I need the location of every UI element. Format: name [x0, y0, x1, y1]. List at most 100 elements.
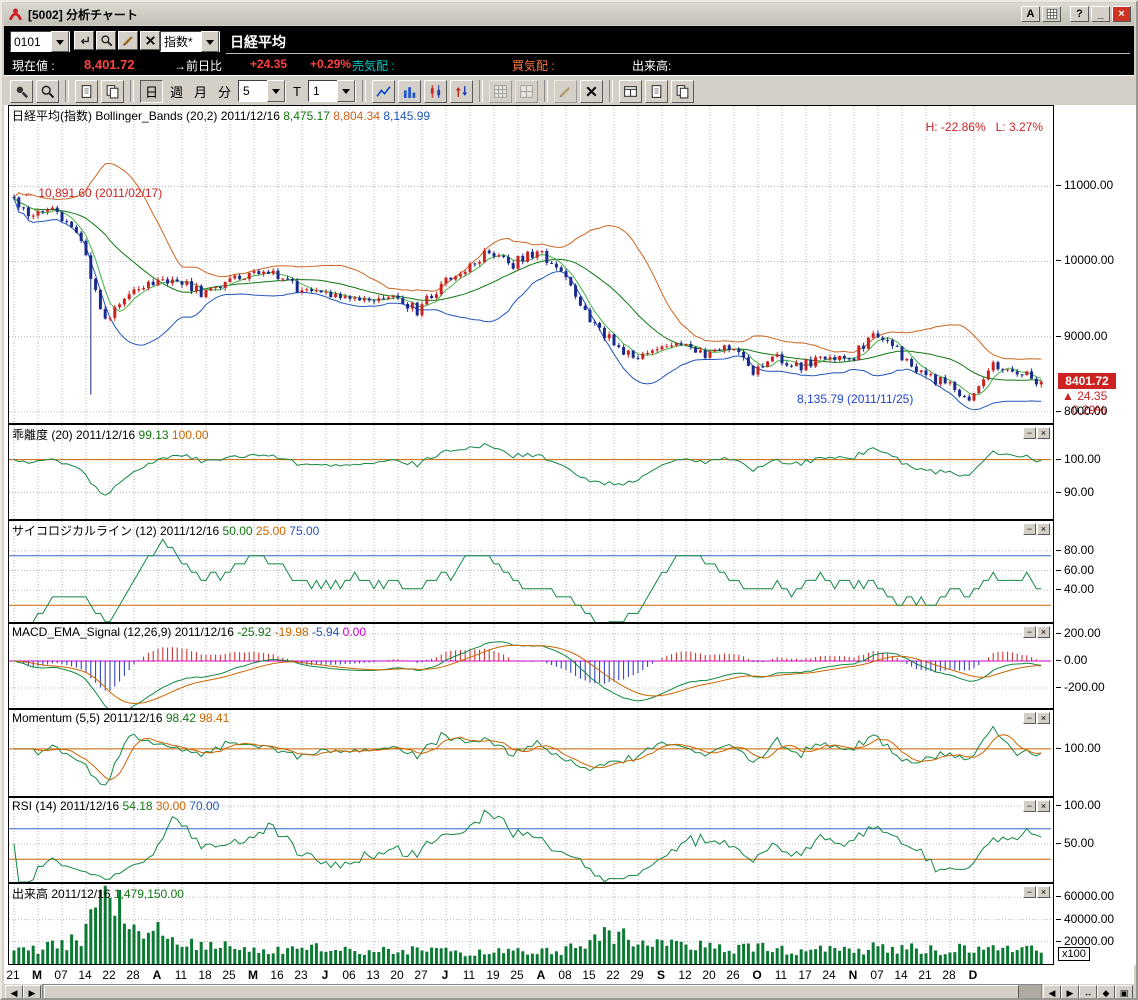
minimize-button[interactable]: _	[1091, 6, 1110, 22]
expand-range-button[interactable]: ↔	[1079, 985, 1097, 998]
period-day-button[interactable]: 日	[140, 79, 163, 103]
copy-page-button[interactable]	[75, 79, 98, 103]
axis-label: 11000.00	[1064, 178, 1114, 193]
zoom-icon	[100, 35, 112, 47]
zoom-tool-button[interactable]	[36, 79, 59, 103]
candle-chart-button[interactable]	[424, 79, 447, 103]
panel-minimize-button[interactable]: −	[1023, 523, 1036, 535]
axis-label: 50.00	[1064, 835, 1095, 850]
command-bar: 0101 指数* 日経平均	[4, 26, 1134, 54]
compare-chart-button[interactable]	[450, 79, 473, 103]
time-axis-label: 18	[198, 968, 212, 982]
time-axis-label: 16	[270, 968, 284, 982]
font-size-button[interactable]: A	[1021, 6, 1040, 22]
titlebar[interactable]: [5002] 分析チャート A ? _ ×	[4, 3, 1134, 25]
time-axis-label: M	[248, 968, 258, 982]
axis-tick	[1056, 660, 1061, 661]
dropdown-arrow-icon[interactable]	[337, 80, 355, 102]
clear-draw-button[interactable]	[580, 79, 603, 103]
psychological-plot[interactable]	[9, 521, 1051, 622]
period-month-button[interactable]: 月	[190, 82, 211, 101]
toolbar-separator	[362, 80, 366, 102]
macd-plot[interactable]	[9, 624, 1051, 708]
rsi-plot[interactable]	[9, 798, 1051, 882]
axis-tick	[1056, 941, 1061, 942]
clear-code-button[interactable]	[140, 31, 160, 50]
center-view-button[interactable]: ◆	[1097, 985, 1115, 998]
panel-close-button[interactable]: ×	[1037, 800, 1050, 812]
volume-plot[interactable]	[9, 884, 1051, 964]
draw-tool-button	[554, 79, 577, 103]
layout-grid-button[interactable]	[1042, 6, 1061, 22]
deviation-plot[interactable]	[9, 425, 1051, 519]
panel-close-button[interactable]: ×	[1037, 886, 1050, 898]
help-button[interactable]: ?	[1070, 6, 1089, 22]
bar-chart-button[interactable]	[398, 79, 421, 103]
search-code-button[interactable]	[96, 31, 116, 50]
close-button[interactable]: ×	[1112, 6, 1131, 22]
axis-tick	[1056, 260, 1061, 261]
axis-tick	[1056, 589, 1061, 590]
toolbar-separator	[65, 80, 69, 102]
axis-tick	[1056, 748, 1061, 749]
pan-left-button[interactable]: ◀	[1043, 985, 1061, 998]
pin-tool-button[interactable]	[10, 79, 33, 103]
axis-tick	[1056, 896, 1061, 897]
period-week-button[interactable]: 週	[166, 82, 187, 101]
axis-tick	[1056, 570, 1061, 571]
momentum-plot[interactable]	[9, 710, 1051, 796]
panel-minimize-button[interactable]: −	[1023, 800, 1036, 812]
dropdown-arrow-icon[interactable]	[267, 80, 286, 102]
time-axis-label: 11	[774, 968, 788, 982]
time-axis-label: N	[848, 968, 858, 982]
pencil-icon	[559, 86, 571, 97]
panel-close-button[interactable]: ×	[1037, 712, 1050, 724]
horizontal-scrollbar[interactable]: ◀ ▶ ◀ ▶ ↔ ◆ ▣	[4, 984, 1134, 998]
axis-tick	[1056, 687, 1061, 688]
time-axis-label: 20	[390, 968, 404, 982]
layout-icon	[624, 85, 637, 97]
panel-close-button[interactable]: ×	[1037, 626, 1050, 638]
scroll-right-button[interactable]: ▶	[23, 985, 41, 998]
panel-close-button[interactable]: ×	[1037, 523, 1050, 535]
dropdown-arrow-icon[interactable]	[51, 31, 69, 52]
tick-interval-select[interactable]: 1	[308, 80, 356, 102]
high-low-percent-label: H: -22.86% L: 3.27%	[925, 120, 1043, 134]
apply-code-button[interactable]	[74, 31, 94, 50]
symbol-name: 日経平均	[230, 34, 286, 50]
pan-right-button[interactable]: ▶	[1061, 985, 1079, 998]
minute-interval-select[interactable]: 5	[238, 80, 287, 102]
scrollbar-track[interactable]	[42, 984, 1042, 998]
print-chart-button[interactable]	[671, 79, 694, 103]
window-layout-button[interactable]	[619, 79, 642, 103]
page2-icon	[676, 84, 689, 98]
line-chart-button[interactable]	[372, 79, 395, 103]
axis-label: 100.00	[1064, 740, 1101, 755]
panel-minimize-button[interactable]: −	[1023, 626, 1036, 638]
axis-tick	[1056, 185, 1061, 186]
app-window: [5002] 分析チャート A ? _ × 0101 指数* 日経平均 現在値 …	[0, 0, 1138, 1000]
edit-list-button[interactable]	[118, 31, 138, 50]
period-minute-button[interactable]: 分	[214, 82, 235, 101]
scroll-left-button[interactable]: ◀	[5, 985, 23, 998]
scrollbar-thumb[interactable]	[44, 985, 1020, 998]
main-price-plot[interactable]	[9, 106, 1051, 423]
axis-change-value: ▲ 24.35	[1062, 389, 1108, 403]
dropdown-arrow-icon[interactable]	[201, 31, 219, 52]
axis-tick	[1056, 459, 1061, 460]
panel-minimize-button[interactable]: −	[1023, 712, 1036, 724]
stock-code-input[interactable]: 0101	[10, 31, 70, 52]
save-chart-button[interactable]	[645, 79, 668, 103]
time-axis-label: 22	[102, 968, 116, 982]
bid-label: 買気配 :	[512, 59, 555, 73]
time-axis-label: 14	[894, 968, 908, 982]
axis-label: 80.00	[1064, 542, 1095, 557]
panel-close-button[interactable]: ×	[1037, 427, 1050, 439]
time-axis-label: 21	[6, 968, 20, 982]
panel-minimize-button[interactable]: −	[1023, 886, 1036, 898]
fit-view-button[interactable]: ▣	[1115, 985, 1133, 998]
axis-label: 60000.00	[1064, 889, 1115, 904]
new-window-button[interactable]	[101, 79, 124, 103]
panel-minimize-button[interactable]: −	[1023, 427, 1036, 439]
index-select[interactable]: 指数*	[160, 31, 220, 52]
